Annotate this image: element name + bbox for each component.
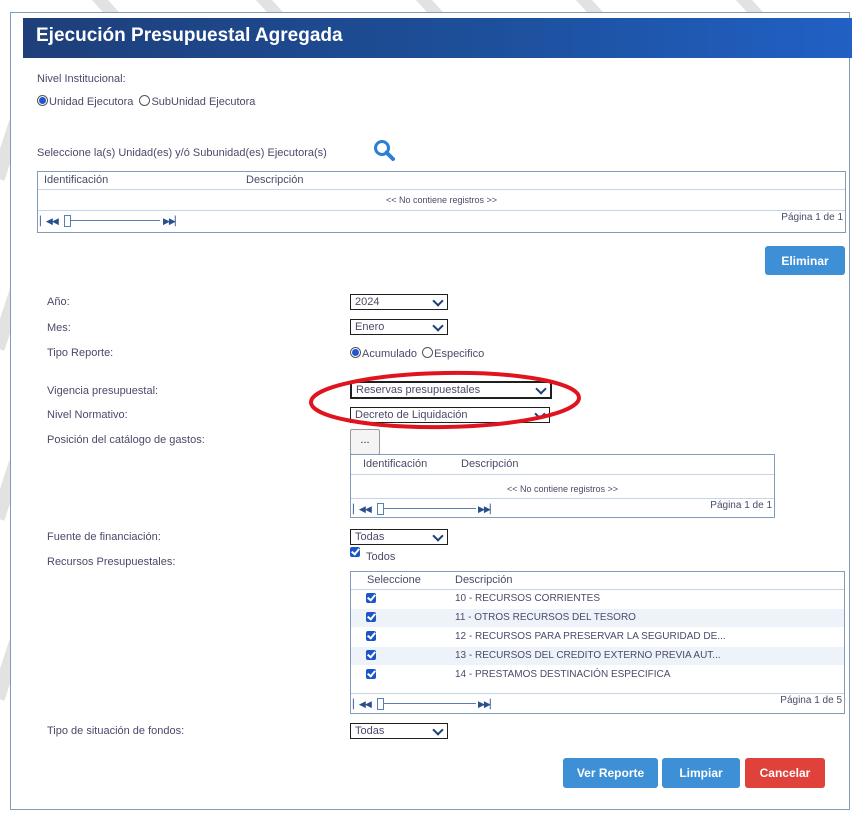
pager-slider-track[interactable]	[66, 220, 160, 221]
limpiar-button[interactable]: Limpiar	[662, 758, 740, 788]
grid-pager: ▏◀◀ ▶▶▏ Página 1 de 5	[351, 693, 844, 712]
nivel-label: Nivel Institucional:	[37, 73, 126, 85]
col-seleccione: Seleccione	[367, 574, 421, 586]
row-checkbox[interactable]	[366, 669, 376, 679]
nivel-radio-group: Unidad Ejecutora SubUnidad Ejecutora	[37, 95, 255, 108]
empty-message: << No contiene registros >>	[385, 195, 498, 205]
pager-status: Página 1 de 5	[780, 695, 842, 706]
posicion-grid: Identificación Descripción << No contien…	[350, 454, 775, 518]
grid-header: Identificación Descripción	[351, 455, 774, 475]
recursos-grid: Seleccione Descripción 10 - RECURSOS COR…	[350, 571, 845, 714]
pager-status: Página 1 de 1	[710, 500, 772, 511]
anio-label: Año:	[47, 296, 70, 308]
pager-slider-handle[interactable]	[64, 215, 71, 227]
radio-unidad[interactable]	[37, 95, 48, 106]
pager-next-last-icon[interactable]: ▶▶▏	[163, 216, 182, 227]
empty-message: << No contiene registros >>	[506, 484, 619, 494]
grid-header: Seleccione Descripción	[351, 572, 844, 590]
search-icon[interactable]	[372, 139, 398, 163]
situacion-value: Todas	[355, 725, 385, 737]
cancelar-button[interactable]: Cancelar	[745, 758, 825, 788]
row-checkbox[interactable]	[366, 650, 376, 660]
chevron-down-icon	[432, 320, 444, 332]
nivel-normativo-label: Nivel Normativo:	[47, 409, 128, 421]
posicion-label: Posición del catálogo de gastos:	[47, 434, 205, 446]
pager-slider-handle[interactable]	[377, 698, 384, 710]
pager-slider-track[interactable]	[379, 703, 476, 704]
mes-value: Enero	[355, 321, 385, 333]
pager-status: Página 1 de 1	[781, 212, 843, 223]
recursos-label: Recursos Presupuestales:	[47, 556, 176, 568]
vigencia-label: Vigencia presupuestal:	[47, 385, 159, 397]
posicion-picker-button[interactable]: ...	[350, 429, 380, 455]
pager-first-prev-icon[interactable]: ▏◀◀	[40, 216, 59, 227]
pager-next-last-icon[interactable]: ▶▶▏	[478, 504, 497, 515]
unidades-grid: Identificación Descripción << No contien…	[37, 171, 846, 233]
row-description: 14 - PRESTAMOS DESTINACIÓN ESPECIFICA	[455, 669, 671, 680]
chevron-down-icon	[432, 724, 444, 736]
mes-label: Mes:	[47, 322, 71, 334]
row-checkbox[interactable]	[366, 593, 376, 603]
radio-especifico[interactable]	[422, 347, 434, 358]
table-row[interactable]: 13 - RECURSOS DEL CREDITO EXTERNO PREVIA…	[351, 647, 844, 665]
page-title: Ejecución Presupuestal Agregada	[36, 25, 343, 46]
row-description: 11 - OTROS RECURSOS DEL TESORO	[455, 612, 636, 623]
table-row[interactable]: 10 - RECURSOS CORRIENTES	[351, 590, 844, 608]
table-row[interactable]: 11 - OTROS RECURSOS DEL TESORO	[351, 609, 844, 627]
mes-select[interactable]: Enero	[350, 319, 448, 335]
grid-pager: ▏◀◀ ▶▶▏ Página 1 de 1	[38, 210, 845, 229]
todos-label: Todos	[366, 551, 396, 563]
grid-header: Identificación Descripción	[38, 172, 845, 190]
grid-pager: ▏◀◀ ▶▶▏ Página 1 de 1	[351, 498, 774, 517]
todos-checkbox[interactable]	[350, 547, 360, 557]
fuente-select[interactable]: Todas	[350, 529, 448, 545]
pager-first-prev-icon[interactable]: ▏◀◀	[353, 699, 372, 710]
pager-first-prev-icon[interactable]: ▏◀◀	[353, 504, 372, 515]
row-description: 13 - RECURSOS DEL CREDITO EXTERNO PREVIA…	[455, 650, 721, 661]
pager-next-last-icon[interactable]: ▶▶▏	[478, 699, 497, 710]
radio-especifico-label: Especifico	[434, 348, 485, 360]
row-checkbox[interactable]	[366, 612, 376, 622]
col-identificacion: Identificación	[44, 174, 109, 186]
eliminar-button[interactable]: Eliminar	[765, 246, 845, 275]
radio-acumulado[interactable]	[350, 347, 361, 358]
col-descripcion: Descripción	[246, 174, 304, 186]
chevron-down-icon	[432, 295, 444, 307]
unidades-label: Seleccione la(s) Unidad(es) y/ó Subunida…	[37, 147, 327, 159]
chevron-down-icon	[432, 530, 444, 542]
fuente-value: Todas	[355, 531, 385, 543]
table-row[interactable]: 14 - PRESTAMOS DESTINACIÓN ESPECIFICA	[351, 666, 844, 684]
radio-subunidad-label: SubUnidad Ejecutora	[151, 96, 256, 108]
radio-subunidad[interactable]	[139, 95, 151, 106]
fuente-label: Fuente de financiación:	[47, 531, 161, 543]
table-row[interactable]: 12 - RECURSOS PARA PRESERVAR LA SEGURIDA…	[351, 628, 844, 646]
pager-slider-track[interactable]	[379, 508, 476, 509]
situacion-label: Tipo de situación de fondos:	[47, 725, 185, 737]
anio-select[interactable]: 2024	[350, 294, 448, 310]
row-checkbox[interactable]	[366, 631, 376, 641]
ver-reporte-button[interactable]: Ver Reporte	[563, 758, 658, 788]
row-description: 10 - RECURSOS CORRIENTES	[455, 593, 601, 604]
col-descripcion: Descripción	[461, 458, 519, 470]
radio-unidad-label: Unidad Ejecutora	[49, 96, 134, 108]
radio-acumulado-label: Acumulado	[362, 348, 418, 360]
tipo-reporte-radio-group: Acumulado Especifico	[350, 347, 484, 360]
situacion-select[interactable]: Todas	[350, 723, 448, 739]
annotation-ellipse	[309, 370, 581, 430]
anio-value: 2024	[355, 296, 380, 308]
tipo-reporte-label: Tipo Reporte:	[47, 347, 114, 359]
row-description: 12 - RECURSOS PARA PRESERVAR LA SEGURIDA…	[455, 631, 726, 642]
page-header: Ejecución Presupuestal Agregada	[23, 18, 852, 58]
pager-slider-handle[interactable]	[377, 503, 384, 515]
col-identificacion: Identificación	[363, 458, 428, 470]
col-descripcion: Descripción	[455, 574, 513, 586]
